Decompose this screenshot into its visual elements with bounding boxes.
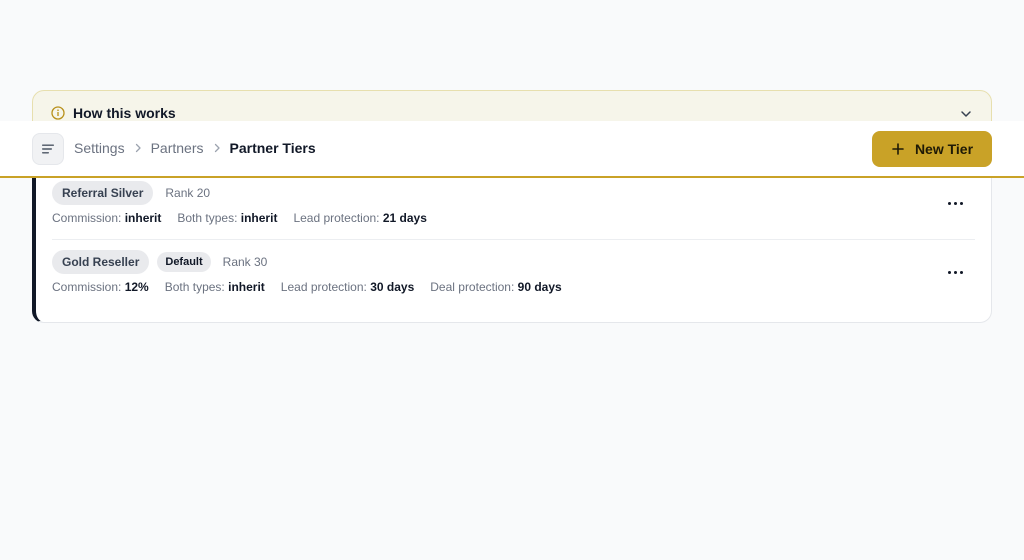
breadcrumb-settings[interactable]: Settings	[74, 140, 125, 156]
default-badge: Default	[157, 252, 211, 272]
chevron-down-icon[interactable]	[959, 107, 973, 121]
tier-details: Commission: 12% Both types: inherit Lead…	[52, 280, 562, 294]
new-tier-label: New Tier	[914, 141, 974, 157]
menu-icon	[41, 143, 55, 155]
tier-name-badge: Gold Reseller	[52, 250, 150, 274]
tier-rank: Rank 20	[165, 186, 211, 200]
chevron-right-icon	[212, 143, 222, 153]
both-types-detail: Both types: inherit	[177, 211, 278, 225]
breadcrumb: Settings Partners Partner Tiers	[74, 140, 316, 156]
deal-protection-detail: Deal protection: 90 days	[430, 280, 562, 294]
tier-details: Commission: inherit Both types: inherit …	[52, 211, 427, 225]
callout-header[interactable]: How this works	[51, 105, 176, 121]
commission-detail: Commission: 12%	[52, 280, 149, 294]
ellipsis-icon	[947, 270, 951, 274]
breadcrumb-partners[interactable]: Partners	[151, 140, 204, 156]
more-options-button[interactable]	[939, 260, 971, 284]
commission-detail: Commission: inherit	[52, 211, 162, 225]
page-title: Partner Tiers	[229, 140, 316, 156]
menu-toggle-button[interactable]	[32, 133, 64, 165]
tier-name-badge: Referral Silver	[52, 181, 154, 205]
tier-row[interactable]: Referral Silver Rank 20 Commission: inhe…	[52, 171, 975, 240]
partner-tiers-page: How this works Referral Silver Rank 20 C…	[0, 0, 1024, 560]
info-icon	[51, 106, 65, 120]
lead-protection-detail: Lead protection: 21 days	[293, 211, 427, 225]
callout-title: How this works	[73, 105, 176, 121]
both-types-detail: Both types: inherit	[164, 280, 265, 294]
tier-rank: Rank 30	[222, 255, 268, 269]
lead-protection-detail: Lead protection: 30 days	[280, 280, 415, 294]
ellipsis-icon	[947, 201, 951, 205]
plus-icon	[891, 142, 905, 156]
page-header: Settings Partners Partner Tiers New Tier	[0, 121, 1024, 178]
chevron-right-icon	[133, 143, 143, 153]
new-tier-button[interactable]: New Tier	[872, 131, 992, 167]
more-options-button[interactable]	[939, 191, 971, 215]
tier-row[interactable]: Gold Reseller Default Rank 30 Commission…	[52, 240, 975, 309]
